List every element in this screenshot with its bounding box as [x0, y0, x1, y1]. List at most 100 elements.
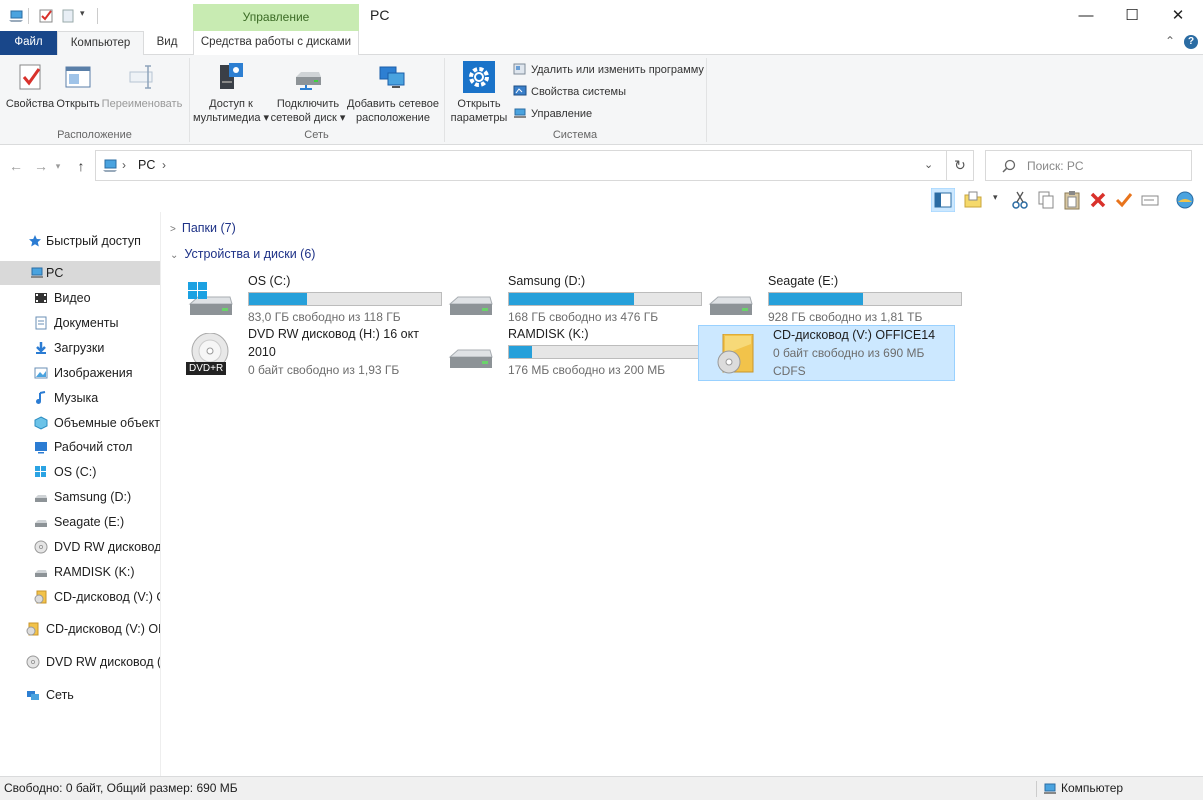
drive-tile[interactable]: OS (C:) 83,0 ГБ свободно из 118 ГБ: [174, 272, 442, 328]
properties-button[interactable]: Свойства: [4, 55, 56, 111]
new-folder-icon[interactable]: [60, 8, 76, 24]
map-network-drive-button[interactable]: Подключить сетевой диск ▾: [270, 55, 346, 125]
documents-icon: [35, 316, 47, 330]
maximize-button[interactable]: ☐: [1109, 0, 1155, 31]
explorer-window: ▾ Управление PC — ☐ ✕ Файл Компьютер Вид…: [0, 0, 1203, 800]
network-drive-icon: [292, 61, 324, 93]
drive-free-space: 0 байт свободно из 690 МБ: [773, 346, 925, 360]
context-tab-header: Управление: [193, 4, 359, 31]
nav-item-12[interactable]: CD-дисковод (V:) OFFICE14: [0, 585, 160, 609]
drive-tile[interactable]: CD-дисковод (V:) OFFICE14 0 байт свободно…: [698, 325, 955, 381]
copy-icon[interactable]: [1036, 190, 1056, 210]
status-text: Свободно: 0 байт, Общий размер: 690 МБ: [4, 781, 238, 795]
nav-item-0[interactable]: Видео: [0, 286, 160, 310]
nav-item-9[interactable]: Seagate (E:): [0, 510, 160, 534]
nav-item-3[interactable]: Изображения: [0, 361, 160, 385]
up-arrow-icon[interactable]: ↑: [71, 154, 91, 178]
ribbon: Свойства Открыть Переименовать Расположе…: [0, 55, 1203, 145]
paste-icon[interactable]: [1062, 190, 1082, 210]
uninstall-program-button[interactable]: Удалить или изменить программу: [513, 61, 704, 79]
group-label-network: Сеть: [304, 129, 329, 141]
nav-item-2[interactable]: Загрузки: [0, 336, 160, 360]
nav-item-10[interactable]: DVD RW дисковод (H:) 16 окт 2010: [0, 535, 160, 559]
computer-icon: [31, 267, 43, 278]
nav-item-11[interactable]: RAMDISK (K:): [0, 560, 160, 584]
manage-button[interactable]: Управление: [513, 105, 592, 123]
group-header-folders[interactable]: > Папки (7): [170, 221, 236, 235]
tab-view[interactable]: Вид: [144, 31, 190, 55]
help-icon[interactable]: ?: [1184, 35, 1198, 49]
preview-pane-icon[interactable]: [931, 188, 955, 212]
cut-icon[interactable]: [1010, 190, 1030, 210]
refresh-button[interactable]: ↻: [946, 150, 974, 181]
forward-arrow-icon[interactable]: →: [31, 154, 51, 178]
drive-usage-fill: [509, 346, 532, 358]
nav-item-5[interactable]: Объемные объекты: [0, 411, 160, 435]
drive-tile[interactable]: DVD+R DVD RW дисковод (H:) 16 окт 2010 0 ба…: [174, 325, 431, 381]
add-location-label-line1: Добавить сетевое: [347, 98, 439, 110]
settings-gear-icon: [463, 61, 495, 93]
rename-toolbar-icon[interactable]: [1140, 190, 1160, 210]
nav-item-7[interactable]: OS (C:): [0, 460, 160, 484]
properties-icon: [14, 61, 46, 93]
add-network-location-button[interactable]: Добавить сетевое расположение: [346, 55, 440, 125]
nav-item-6[interactable]: Рабочий стол: [0, 435, 160, 459]
media-access-button[interactable]: Доступ к мультимедиа ▾: [192, 55, 270, 125]
drive-usage-bar: [508, 292, 702, 306]
tab-computer[interactable]: Компьютер: [57, 31, 144, 56]
minimize-button[interactable]: —: [1063, 0, 1109, 31]
breadcrumb-separator[interactable]: ›: [162, 158, 166, 172]
nav-label: RAMDISK (K:): [54, 564, 135, 579]
nav-label: Seagate (E:): [54, 515, 125, 530]
qat-dropdown-icon[interactable]: ▾: [80, 8, 85, 19]
status-bar: Свободно: 0 байт, Общий размер: 690 МБ К…: [0, 776, 1203, 800]
delete-icon[interactable]: [1088, 190, 1108, 210]
network-globe-icon[interactable]: [1175, 190, 1195, 210]
address-dropdown-icon[interactable]: ⌄: [924, 158, 933, 171]
manage-computer-icon: [514, 108, 526, 118]
search-box[interactable]: Поиск: PC: [985, 150, 1192, 181]
drive-tile[interactable]: Samsung (D:) 168 ГБ свободно из 476 ГБ: [434, 272, 702, 328]
computer-icon: [9, 10, 23, 22]
nav-item-pc[interactable]: PC: [0, 261, 160, 285]
drive-name: Seagate (E:): [768, 274, 839, 288]
nav-item-cd-drive[interactable]: CD-дисковод (V:) OFFICE14: [0, 617, 160, 641]
drive-name: OS (C:): [248, 274, 291, 288]
hard-drive-icon: [446, 333, 494, 373]
system-properties-button[interactable]: Свойства системы: [513, 83, 626, 101]
drive-tile[interactable]: Seagate (E:) 928 ГБ свободно из 1,81 ТБ: [694, 272, 962, 328]
properties-check-icon[interactable]: [38, 8, 54, 24]
nav-label: Видео: [54, 291, 91, 305]
collapse-ribbon-icon[interactable]: ⌃: [1165, 34, 1175, 48]
open-settings-button[interactable]: Открыть параметры: [448, 55, 510, 125]
nav-item-4[interactable]: Музыка: [0, 386, 160, 410]
close-button[interactable]: ✕: [1155, 0, 1201, 31]
hard-drive-icon: [446, 280, 494, 320]
tab-file[interactable]: Файл: [0, 31, 57, 55]
3d-objects-icon: [34, 415, 48, 430]
nav-item-dvd-drive[interactable]: DVD RW дисковод (H:) 16 окт 2010: [0, 650, 160, 674]
drive-free-space: 176 МБ свободно из 200 МБ: [508, 363, 666, 377]
layout-dropdown-icon[interactable]: ▾: [993, 192, 998, 203]
back-arrow-icon[interactable]: ←: [6, 154, 26, 178]
group-header-devices[interactable]: ⌄ Устройства и диски (6): [170, 247, 315, 261]
nav-item-8[interactable]: Samsung (D:): [0, 485, 160, 509]
tab-disk-tools[interactable]: Средства работы с дисками: [193, 31, 359, 55]
drive-tile[interactable]: RAMDISK (K:) 176 МБ свободно из 200 МБ: [434, 325, 702, 381]
nav-item-1[interactable]: Документы: [0, 311, 160, 335]
cd-drive-icon: [34, 590, 47, 604]
network-location-icon: [377, 61, 409, 93]
address-bar[interactable]: › PC › ⌄: [95, 150, 947, 181]
title-bar: ▾ Управление PC — ☐ ✕: [0, 0, 1203, 31]
video-icon: [35, 293, 47, 303]
rename-button[interactable]: Переименовать: [100, 55, 184, 111]
breadcrumb-pc[interactable]: PC: [138, 158, 155, 172]
properties-check-icon[interactable]: [1114, 190, 1134, 210]
map-drive-label-line2: сетевой диск ▾: [270, 112, 346, 124]
nav-item-network[interactable]: Сеть: [0, 683, 160, 707]
nav-label: Документы: [54, 315, 119, 330]
recent-locations-icon[interactable]: ▾: [52, 154, 64, 178]
open-button[interactable]: Открыть: [56, 55, 100, 111]
new-folder-toolbar-icon[interactable]: [963, 190, 983, 210]
nav-item-quick-access[interactable]: Быстрый доступ: [0, 229, 160, 253]
